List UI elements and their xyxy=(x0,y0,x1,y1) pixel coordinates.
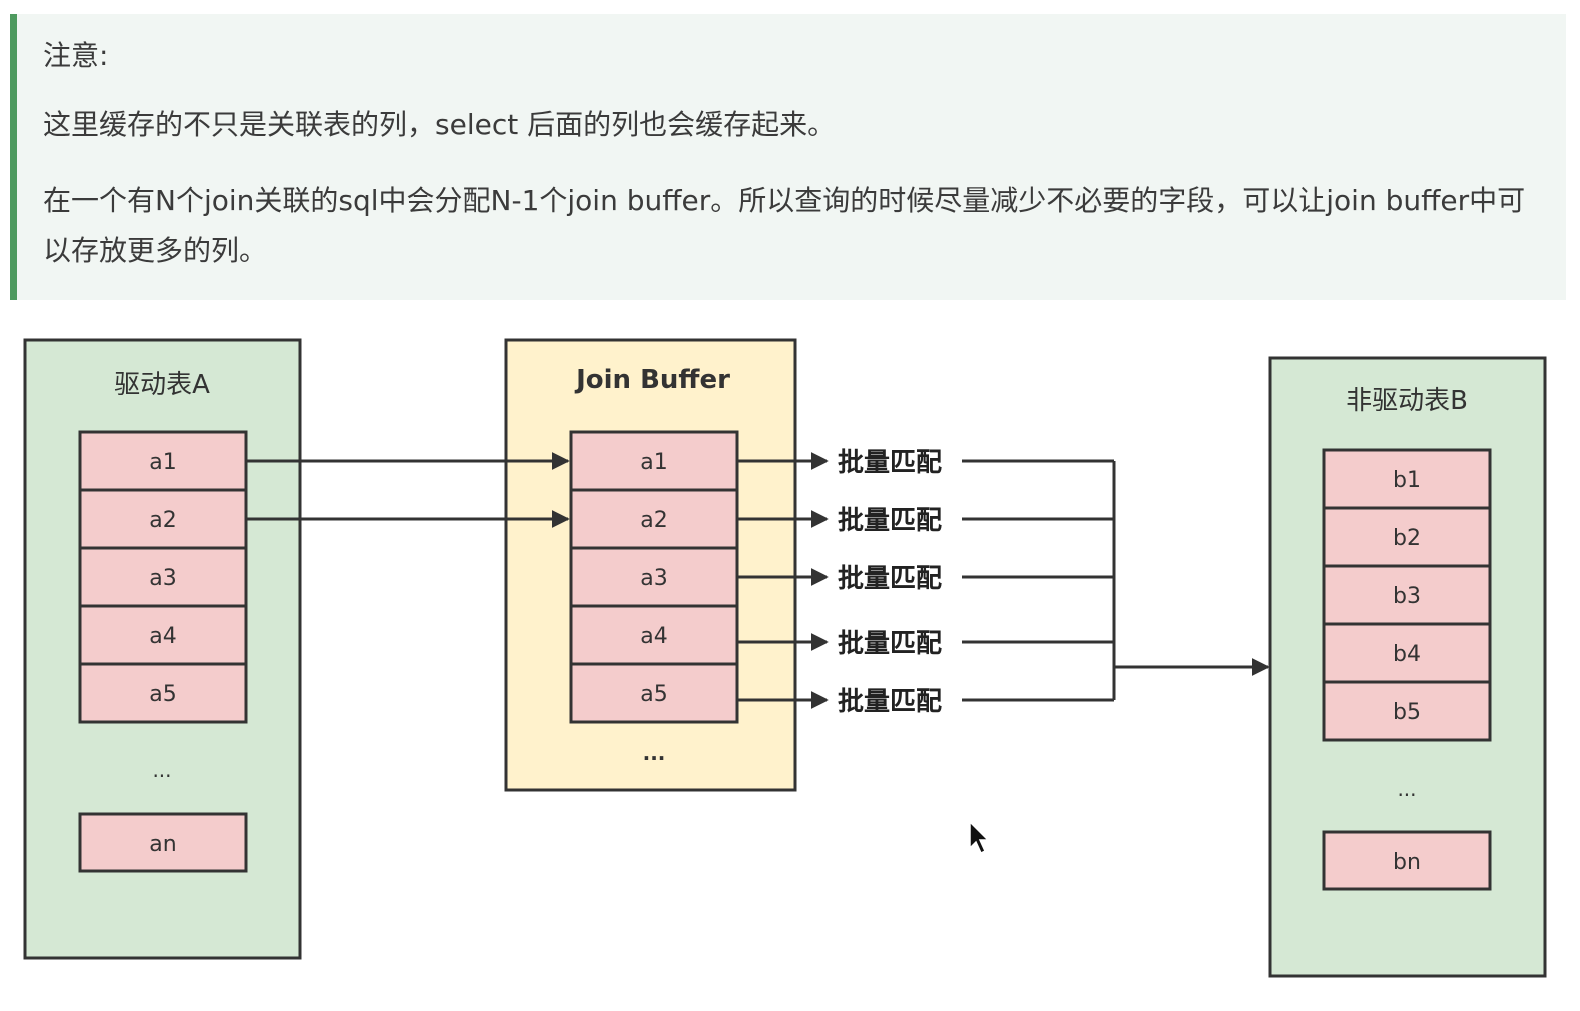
table-a-row-label-5: a5 xyxy=(149,682,176,707)
batch-match-label-3: 批量匹配 xyxy=(838,564,942,594)
batch-match-label-1: 批量匹配 xyxy=(838,448,942,478)
table-a-last-row-label: an xyxy=(149,832,176,857)
join-buffer-row-label-1: a1 xyxy=(640,450,667,475)
batch-match-label-5: 批量匹配 xyxy=(838,687,942,717)
table-b-row-label-1: b1 xyxy=(1393,468,1421,493)
join-buffer-row-label-3: a3 xyxy=(640,566,667,591)
table-a: 驱动表A a1 a2 a3 a4 a5 ... an xyxy=(23,338,302,960)
table-b-row-label-5: b5 xyxy=(1393,700,1421,725)
join-buffer-rows: a1 a2 a3 a4 a5 xyxy=(569,430,739,724)
table-a-row-label-3: a3 xyxy=(149,566,176,591)
join-buffer-row-label-5: a5 xyxy=(640,682,667,707)
batch-match-label-2: 批量匹配 xyxy=(838,506,942,536)
join-buffer-diagram: 驱动表A a1a2a3a4a5 ... an Join Buffer a1a2a… xyxy=(23,338,1547,978)
table-a-ellipsis: ... xyxy=(152,758,171,782)
table-a-title: 驱动表A xyxy=(114,370,210,400)
join-buffer: Join Buffer a1 a2 a3 a4 a5 ... xyxy=(504,338,797,792)
join-buffer-title: Join Buffer xyxy=(574,365,730,395)
table-a-rows: a1 a2 a3 a4 a5 xyxy=(78,430,248,724)
table-b-last-row-label: bn xyxy=(1393,850,1421,875)
join-buffer-row-label-2: a2 xyxy=(640,508,667,533)
table-b: 非驱动表B b1 b2 b3 b4 b5 ... bn xyxy=(1268,356,1547,978)
join-buffer-row-label-4: a4 xyxy=(640,624,667,649)
table-b-title: 非驱动表B xyxy=(1346,386,1468,416)
table-a-row-label-2: a2 xyxy=(149,508,176,533)
join-buffer-ellipsis: ... xyxy=(643,741,666,765)
table-b-rows: b1 b2 b3 b4 b5 xyxy=(1322,448,1492,742)
batch-match-label-4: 批量匹配 xyxy=(838,629,942,659)
table-a-row-label-1: a1 xyxy=(149,450,176,475)
table-b-row-label-2: b2 xyxy=(1393,526,1421,551)
table-b-row-label-3: b3 xyxy=(1393,584,1421,609)
table-a-row-label-4: a4 xyxy=(149,624,176,649)
table-b-row-label-4: b4 xyxy=(1393,642,1421,667)
mouse-cursor-icon xyxy=(969,820,990,855)
table-b-ellipsis: ... xyxy=(1397,777,1416,801)
